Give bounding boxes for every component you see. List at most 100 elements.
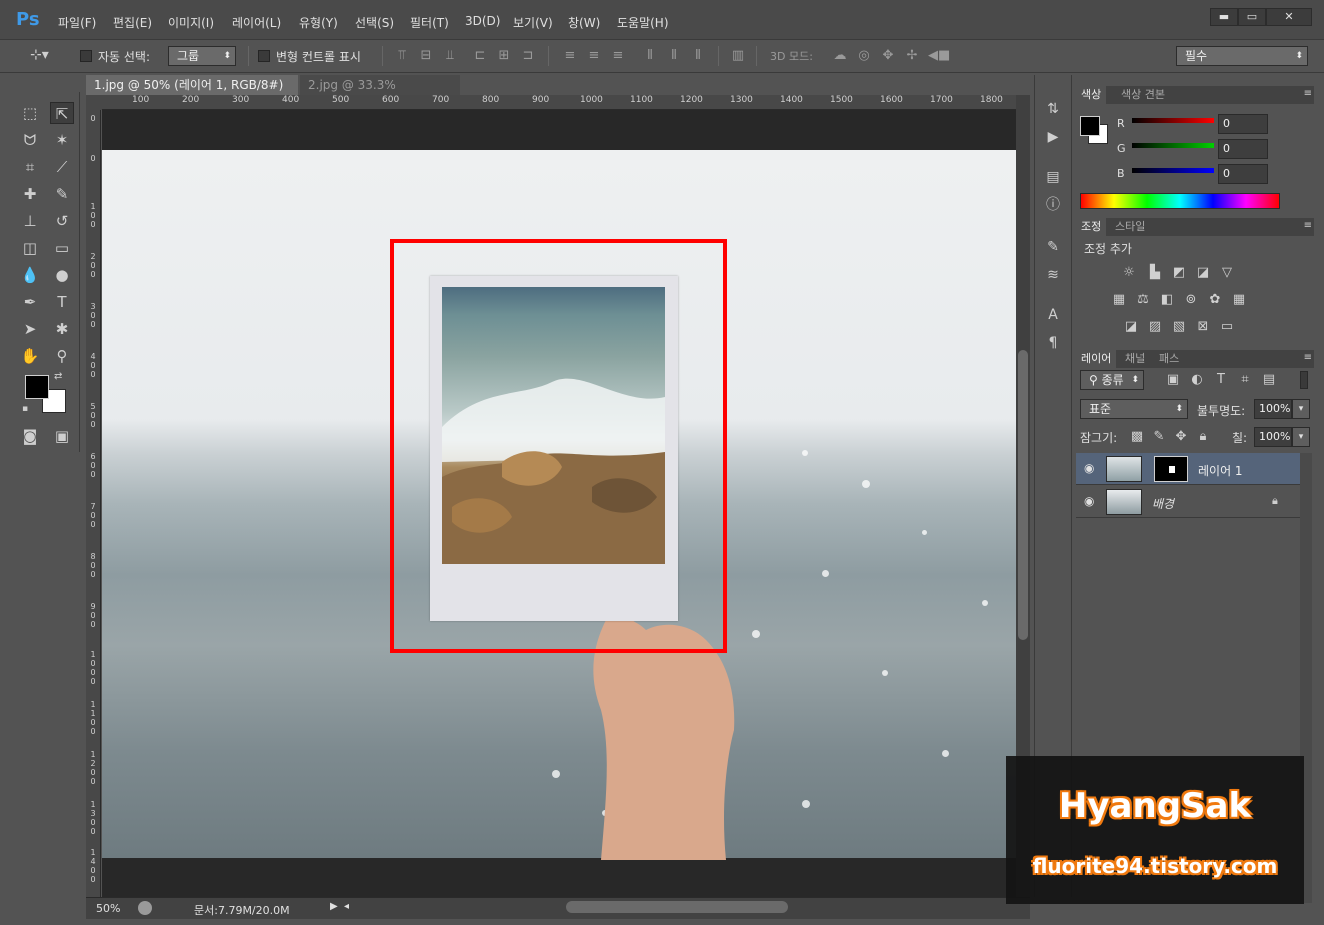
filter-type-icon[interactable]: T bbox=[1212, 371, 1230, 389]
properties-panel-icon[interactable]: ▤ bbox=[1044, 168, 1062, 186]
color-spectrum-ramp[interactable] bbox=[1080, 193, 1280, 209]
layer-mask-thumbnail[interactable] bbox=[1154, 456, 1188, 482]
opacity-arrow-icon[interactable]: ▾ bbox=[1292, 399, 1310, 419]
filter-toggle[interactable] bbox=[1300, 371, 1308, 389]
dodge-tool-icon[interactable]: ● bbox=[50, 264, 74, 286]
visibility-eye-icon[interactable]: ◉ bbox=[1084, 494, 1094, 508]
align-vcenter-icon[interactable]: ⊟ bbox=[418, 48, 434, 64]
distribute-vcenter-icon[interactable]: ≡ bbox=[586, 48, 602, 64]
menu-file[interactable]: 파일(F) bbox=[58, 14, 96, 31]
red-value-field[interactable]: 0 bbox=[1218, 114, 1268, 134]
photo-filter-icon[interactable]: ⊚ bbox=[1182, 291, 1200, 309]
fill-field[interactable]: 100% bbox=[1254, 427, 1292, 447]
3d-pan-icon[interactable]: ✥ bbox=[880, 48, 896, 64]
hue-saturation-icon[interactable]: ▦ bbox=[1110, 291, 1128, 309]
magic-wand-tool-icon[interactable]: ✶ bbox=[50, 129, 74, 151]
3d-rotate-icon[interactable]: ☁ bbox=[832, 48, 848, 64]
blend-mode-dropdown[interactable]: 표준 ⬍ bbox=[1080, 399, 1188, 419]
marquee-tool-icon[interactable]: ⬚ bbox=[18, 102, 42, 124]
selective-color-icon[interactable]: ⊠ bbox=[1194, 318, 1212, 336]
brightness-icon[interactable]: ☼ bbox=[1120, 264, 1138, 282]
layer-filter-dropdown[interactable]: ⚲ 종류 ⬍ bbox=[1080, 370, 1144, 390]
filter-shape-icon[interactable]: ⌗ bbox=[1236, 371, 1254, 389]
screen-mode-icon[interactable]: ▣ bbox=[50, 425, 74, 447]
distribute-right-icon[interactable]: ⦀ bbox=[690, 48, 706, 64]
brush-presets-icon[interactable]: ✎ bbox=[1044, 238, 1062, 256]
info-panel-icon[interactable]: ⓘ bbox=[1044, 196, 1062, 214]
color-balance-icon[interactable]: ⚖ bbox=[1134, 291, 1152, 309]
paragraph-panel-icon[interactable]: ¶ bbox=[1044, 334, 1062, 352]
panel-menu-icon[interactable]: ≡ bbox=[1304, 88, 1312, 99]
layer-name[interactable]: 배경 bbox=[1152, 495, 1174, 512]
path-selection-tool-icon[interactable]: ➤ bbox=[18, 318, 42, 340]
history-brush-tool-icon[interactable]: ↺ bbox=[50, 210, 74, 232]
tab-document-1[interactable]: 1.jpg @ 50% (레이어 1, RGB/8#) * × bbox=[86, 75, 298, 112]
maximize-button[interactable]: ▭ bbox=[1238, 8, 1266, 26]
actions-panel-icon[interactable]: ▶ bbox=[1044, 128, 1062, 146]
vertical-scroll-thumb[interactable] bbox=[1018, 350, 1028, 640]
menu-view[interactable]: 보기(V) bbox=[513, 14, 553, 31]
visibility-eye-icon[interactable]: ◉ bbox=[1084, 461, 1094, 475]
lock-position-icon[interactable]: ✥ bbox=[1172, 428, 1190, 446]
default-colors-icon[interactable]: ▪ bbox=[22, 404, 28, 414]
color-fg-swatch[interactable] bbox=[1080, 116, 1100, 136]
layer-name[interactable]: 레이어 1 bbox=[1198, 462, 1243, 479]
red-slider[interactable] bbox=[1132, 118, 1214, 123]
exposure-icon[interactable]: ◪ bbox=[1194, 264, 1212, 282]
auto-select-dropdown[interactable]: 그룹 ⬍ bbox=[168, 46, 236, 66]
opacity-field[interactable]: 100% bbox=[1254, 399, 1292, 419]
blur-tool-icon[interactable]: 💧 bbox=[18, 264, 42, 286]
distribute-hcenter-icon[interactable]: ⦀ bbox=[666, 48, 682, 64]
blue-value-field[interactable]: 0 bbox=[1218, 164, 1268, 184]
blue-slider[interactable] bbox=[1132, 168, 1214, 173]
eyedropper-tool-icon[interactable]: ⟋ bbox=[50, 156, 74, 178]
swap-colors-icon[interactable]: ⇄ bbox=[54, 371, 62, 382]
eraser-tool-icon[interactable]: ◫ bbox=[18, 237, 42, 259]
black-white-icon[interactable]: ◧ bbox=[1158, 291, 1176, 309]
gradient-map-icon[interactable]: ▭ bbox=[1218, 318, 1236, 336]
close-button[interactable]: ✕ bbox=[1266, 8, 1312, 26]
zoom-level[interactable]: 50% bbox=[96, 902, 120, 915]
history-panel-icon[interactable]: ⇅ bbox=[1044, 100, 1062, 118]
levels-icon[interactable]: ▙ bbox=[1146, 264, 1164, 282]
menu-window[interactable]: 창(W) bbox=[568, 14, 600, 31]
filter-adjustment-icon[interactable]: ◐ bbox=[1188, 371, 1206, 389]
tab-styles[interactable]: 스타일 bbox=[1110, 218, 1150, 236]
lock-all-icon[interactable]: 🔒︎ bbox=[1194, 428, 1212, 446]
character-panel-icon[interactable]: A bbox=[1044, 306, 1062, 324]
distribute-left-icon[interactable]: ⦀ bbox=[642, 48, 658, 64]
align-bottom-icon[interactable]: ⫫ bbox=[442, 48, 458, 64]
move-tool-preset-icon[interactable]: ⊹▾ bbox=[30, 47, 68, 65]
menu-select[interactable]: 선택(S) bbox=[355, 14, 394, 31]
align-hcenter-icon[interactable]: ⊞ bbox=[496, 48, 512, 64]
clone-stamp-tool-icon[interactable]: ⊥ bbox=[18, 210, 42, 232]
3d-slide-icon[interactable]: ✢ bbox=[904, 48, 920, 64]
auto-align-icon[interactable]: ▥ bbox=[730, 48, 746, 64]
type-tool-icon[interactable]: T bbox=[50, 291, 74, 313]
quick-mask-icon[interactable]: ◙ bbox=[18, 425, 42, 447]
invert-icon[interactable]: ◪ bbox=[1122, 318, 1140, 336]
panel-menu-icon[interactable]: ≡ bbox=[1304, 220, 1312, 231]
distribute-top-icon[interactable]: ≡ bbox=[562, 48, 578, 64]
crop-tool-icon[interactable]: ⌗ bbox=[18, 156, 42, 178]
zoom-tool-icon[interactable]: ⚲ bbox=[50, 345, 74, 367]
align-right-icon[interactable]: ⊐ bbox=[520, 48, 536, 64]
posterize-icon[interactable]: ▨ bbox=[1146, 318, 1164, 336]
hand-tool-icon[interactable]: ✋ bbox=[18, 345, 42, 367]
menu-help[interactable]: 도움말(H) bbox=[617, 14, 669, 31]
foreground-color-swatch[interactable] bbox=[25, 375, 49, 399]
lock-transparent-icon[interactable]: ▩ bbox=[1128, 428, 1146, 446]
menu-3d[interactable]: 3D(D) bbox=[465, 14, 500, 28]
status-menu-arrow-icon[interactable]: ▶ bbox=[330, 901, 338, 912]
tab-color[interactable]: 색상 bbox=[1076, 86, 1107, 104]
tab-swatches[interactable]: 색상 견본 bbox=[1116, 86, 1170, 104]
align-top-icon[interactable]: ⫪ bbox=[394, 48, 410, 64]
menu-edit[interactable]: 편집(E) bbox=[113, 14, 152, 31]
move-tool-icon[interactable]: ⇱ bbox=[50, 102, 74, 124]
horizontal-scroll-thumb[interactable] bbox=[566, 901, 788, 913]
vibrance-icon[interactable]: ▽ bbox=[1218, 264, 1236, 282]
gradient-tool-icon[interactable]: ▭ bbox=[50, 237, 74, 259]
filter-smart-object-icon[interactable]: ▤ bbox=[1260, 371, 1278, 389]
status-info-icon[interactable] bbox=[138, 901, 152, 915]
lock-pixels-icon[interactable]: ✎ bbox=[1150, 428, 1168, 446]
